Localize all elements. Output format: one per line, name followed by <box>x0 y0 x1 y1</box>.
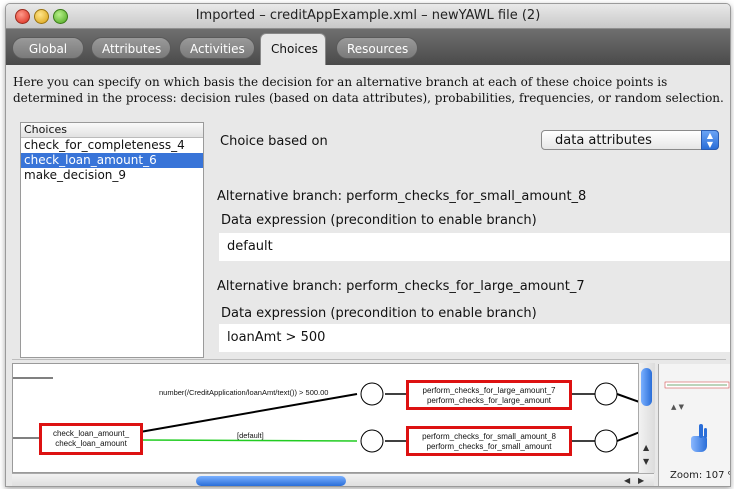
choice-based-on-label: Choice based on <box>220 134 328 149</box>
lower-edge-label: [default] <box>237 431 264 440</box>
choice-item-check-loan-amount[interactable]: check_loan_amount_6 <box>21 153 203 168</box>
app-window: Imported – creditAppExample.xml – newYAW… <box>5 3 731 487</box>
tab-activities[interactable]: Activities <box>179 37 255 59</box>
task-small-line2: perform_checks_for_small_amount <box>426 442 552 451</box>
scroll-right-icon[interactable]: ▶ <box>638 476 644 485</box>
task-check-loan-amount[interactable]: check_loan_amount_ check_loan_amount <box>39 423 143 455</box>
task-large-line2: perform_checks_for_large_amount <box>426 396 552 405</box>
hand-tool-icon[interactable] <box>687 424 709 454</box>
task-large-line1: perform_checks_for_large_amount_7 <box>422 386 556 395</box>
condition-large-out-circle <box>594 382 618 406</box>
graph-horizontal-scrollbar[interactable]: ◀ ▶ <box>12 473 654 486</box>
window-title: Imported – creditAppExample.xml – newYAW… <box>195 8 541 23</box>
task-check-loan-amount-line1: check_loan_amount_ <box>52 429 130 438</box>
branch-1-title: Alternative branch: perform_checks_for_s… <box>217 189 587 204</box>
scroll-down-icon[interactable]: ▼ <box>643 457 649 466</box>
scroll-left-icon[interactable]: ◀ <box>624 476 630 485</box>
svg-text:▲ ▼: ▲ ▼ <box>671 403 685 411</box>
choice-item-check-for-completeness[interactable]: check_for_completeness_4 <box>21 138 203 153</box>
scroll-up-icon[interactable]: ▲ <box>643 443 649 452</box>
choices-list[interactable]: Choices check_for_completeness_4 check_l… <box>20 122 204 358</box>
task-small-line1: perform_checks_for_small_amount_8 <box>422 432 556 441</box>
task-check-loan-amount-line2: check_loan_amount <box>55 439 127 448</box>
choice-settings-panel: Choice based on data attributes ▲ ▼ Alter… <box>214 121 730 357</box>
condition-large-circle <box>360 382 384 406</box>
tab-attributes[interactable]: Attributes <box>91 37 171 59</box>
zoom-level: Zoom: 107 % <box>670 470 731 481</box>
condition-small-out-circle <box>594 429 618 453</box>
choices-description: Here you can specify on which basis the … <box>13 75 724 105</box>
graph-horizontal-scroll-thumb[interactable] <box>196 476 346 486</box>
process-graph-canvas[interactable]: number(/CreditApplication/loanAmt/text()… <box>12 363 648 473</box>
graph-vertical-scrollbar[interactable]: ▲ ▼ <box>638 363 655 473</box>
branch-2-title: Alternative branch: perform_checks_for_l… <box>217 279 585 294</box>
condition-small-circle <box>360 429 384 453</box>
branch-1-expression-label: Data expression (precondition to enable … <box>221 213 537 228</box>
edge-to-small-condition <box>139 439 358 442</box>
tab-choices[interactable]: Choices <box>260 33 326 65</box>
branch-1-expression-field[interactable]: default <box>219 233 730 261</box>
branch-2-expression-label: Data expression (precondition to enable … <box>221 306 537 321</box>
select-arrows-icon: ▲ ▼ <box>701 130 719 150</box>
graph-overview-panel[interactable]: ▲ ▼ <box>658 364 730 486</box>
task-perform-checks-small[interactable]: perform_checks_for_small_amount_8 perfor… <box>406 426 572 456</box>
tab-bar: Global Attributes Activities Choices Res… <box>6 29 730 65</box>
choice-basis-value: data attributes <box>555 133 652 148</box>
tab-resources[interactable]: Resources <box>336 37 418 59</box>
choice-item-make-decision[interactable]: make_decision_9 <box>21 168 203 183</box>
tab-global[interactable]: Global <box>12 37 84 59</box>
choice-basis-select[interactable]: data attributes ▲ ▼ <box>541 130 719 150</box>
choices-list-header: Choices <box>21 123 203 138</box>
branch-2-expression-field[interactable]: loanAmt > 500 <box>219 324 730 352</box>
edge-to-large-condition <box>139 393 358 433</box>
task-perform-checks-large[interactable]: perform_checks_for_large_amount_7 perfor… <box>406 380 572 410</box>
upper-edge-label: number(/CreditApplication/loanAmt/text()… <box>159 388 329 397</box>
title-bar: Imported – creditAppExample.xml – newYAW… <box>6 4 730 29</box>
graph-vertical-scroll-thumb[interactable] <box>641 368 652 406</box>
